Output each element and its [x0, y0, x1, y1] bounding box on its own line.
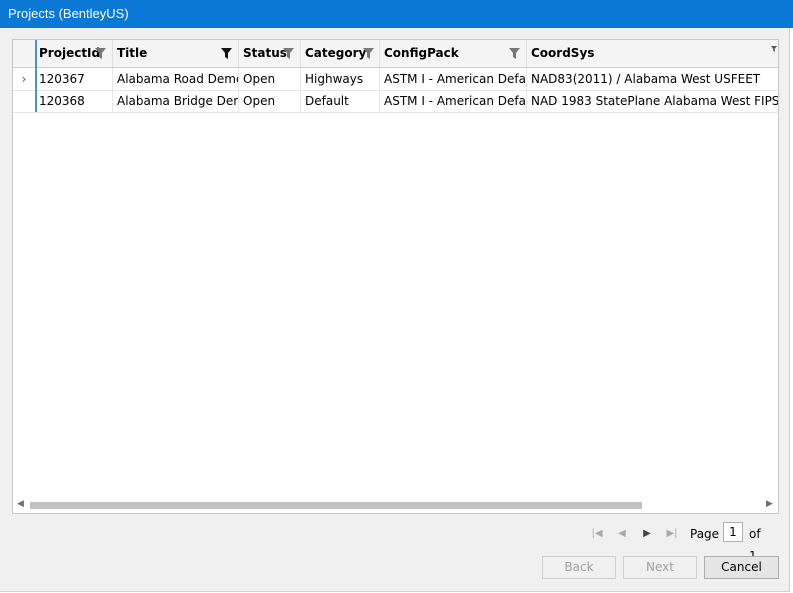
previous-page-icon[interactable]: ◀: [611, 523, 633, 545]
cell-projectid[interactable]: 120368: [35, 90, 113, 112]
cell-status[interactable]: Open: [239, 90, 301, 112]
back-button[interactable]: Back: [542, 556, 616, 579]
filter-icon[interactable]: [509, 48, 520, 59]
projects-grid[interactable]: ProjectId Title Status Category ConfigPa…: [12, 39, 779, 514]
first-page-icon[interactable]: |◀: [586, 523, 608, 545]
cell-category[interactable]: Default: [301, 90, 380, 112]
column-header-projectid[interactable]: ProjectId: [35, 40, 113, 67]
scrollbar-thumb[interactable]: [30, 502, 642, 509]
current-row-indicator-icon: ›: [21, 72, 27, 86]
filter-icon[interactable]: [95, 48, 106, 59]
scroll-left-icon[interactable]: ◀: [17, 499, 24, 509]
column-label: Title: [117, 46, 148, 60]
last-page-icon[interactable]: ▶|: [661, 523, 683, 545]
cell-configpack[interactable]: ASTM I - American Default: [380, 90, 527, 112]
horizontal-scrollbar[interactable]: ◀ ▶: [12, 498, 779, 514]
cancel-button[interactable]: Cancel: [704, 556, 779, 579]
column-label: Status: [243, 46, 287, 60]
cell-coordsys[interactable]: NAD83(2011) / Alabama West USFEET: [527, 68, 778, 90]
column-label: ConfigPack: [384, 46, 459, 60]
table-row[interactable]: 120368 Alabama Bridge Demo Open Default …: [13, 90, 778, 113]
cell-title[interactable]: Alabama Road Demo: [113, 68, 239, 90]
column-header-configpack[interactable]: ConfigPack: [380, 40, 527, 67]
dialog-body: ProjectId Title Status Category ConfigPa…: [0, 28, 790, 592]
window-title: Projects (BentleyUS): [0, 0, 793, 28]
column-label: Category: [305, 46, 367, 60]
cell-category[interactable]: Highways: [301, 68, 380, 90]
filter-icon[interactable]: [363, 48, 374, 59]
column-label: ProjectId: [39, 46, 101, 60]
cell-configpack[interactable]: ASTM I - American Default: [380, 68, 527, 90]
page-number-input[interactable]: 1: [723, 522, 743, 542]
column-header-coordsys[interactable]: CoordSys: [527, 40, 778, 67]
selection-indicator: [35, 40, 37, 112]
next-page-icon[interactable]: ▶: [636, 523, 658, 545]
page-label: Page: [690, 527, 720, 541]
column-header-status[interactable]: Status: [239, 40, 301, 67]
grid-header: ProjectId Title Status Category ConfigPa…: [13, 40, 778, 68]
column-header-title[interactable]: Title: [113, 40, 239, 67]
filter-active-icon[interactable]: [221, 48, 232, 59]
cell-status[interactable]: Open: [239, 68, 301, 90]
next-button[interactable]: Next: [623, 556, 697, 579]
cell-title[interactable]: Alabama Bridge Demo: [113, 90, 239, 112]
scroll-right-icon[interactable]: ▶: [766, 499, 773, 509]
table-row[interactable]: › 120367 Alabama Road Demo Open Highways…: [13, 68, 778, 91]
column-label: CoordSys: [531, 46, 595, 60]
filter-icon[interactable]: [771, 46, 778, 57]
filter-icon[interactable]: [283, 48, 294, 59]
cell-coordsys[interactable]: NAD 1983 StatePlane Alabama West FIPS 01…: [527, 90, 778, 112]
column-header-category[interactable]: Category: [301, 40, 380, 67]
cell-projectid[interactable]: 120367: [35, 68, 113, 90]
